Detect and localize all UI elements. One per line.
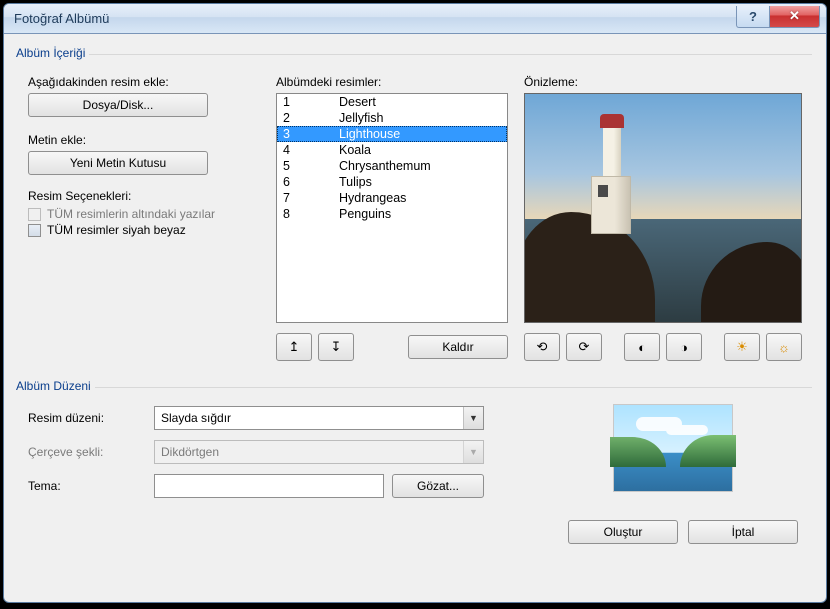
- close-icon: ✕: [789, 8, 800, 24]
- brightness-up-icon: ☀: [736, 339, 748, 355]
- captions-checkbox-row: TÜM resimlerin altındaki yazılar: [28, 207, 260, 221]
- chevron-down-icon: ▼: [463, 407, 483, 429]
- pictures-column: Albümdeki resimler: 1Desert2Jellyfish3Li…: [276, 71, 508, 361]
- contrast-down-button[interactable]: ◑: [666, 333, 702, 361]
- list-item-name: Jellyfish: [339, 111, 383, 125]
- new-textbox-button[interactable]: Yeni Metin Kutusu: [28, 151, 208, 175]
- frame-shape-label: Çerçeve şekli:: [28, 445, 146, 459]
- list-item-name: Desert: [339, 95, 376, 109]
- picture-options: Resim Seçenekleri: TÜM resimlerin altınd…: [28, 189, 260, 237]
- insert-from-label: Aşağıdakinden resim ekle:: [28, 75, 260, 89]
- arrow-up-icon: ↥: [289, 339, 300, 355]
- window-title: Fotoğraf Albümü: [14, 11, 736, 26]
- chevron-down-icon: ▼: [463, 441, 483, 463]
- list-item[interactable]: 2Jellyfish: [277, 110, 507, 126]
- rotate-right-icon: ⟳: [579, 339, 590, 355]
- captions-checkbox: [28, 208, 41, 221]
- create-button[interactable]: Oluştur: [568, 520, 678, 544]
- bw-checkbox-row[interactable]: TÜM resimler siyah beyaz: [28, 223, 260, 237]
- picture-options-label: Resim Seçenekleri:: [28, 189, 260, 203]
- insert-text-label: Metin ekle:: [28, 133, 260, 147]
- album-layout-legend: Albüm Düzeni: [16, 379, 95, 393]
- list-item[interactable]: 3Lighthouse: [277, 126, 507, 142]
- list-item-name: Penguins: [339, 207, 391, 221]
- arrow-down-icon: ↧: [331, 339, 342, 355]
- file-disk-button[interactable]: Dosya/Disk...: [28, 93, 208, 117]
- list-item[interactable]: 5Chrysanthemum: [277, 158, 507, 174]
- picture-layout-combo[interactable]: Slayda sığdır ▼: [154, 406, 484, 430]
- list-item-number: 2: [283, 111, 339, 125]
- browse-button[interactable]: Gözat...: [392, 474, 484, 498]
- brightness-down-icon: ☼: [778, 340, 790, 355]
- list-item-name: Koala: [339, 143, 371, 157]
- close-button[interactable]: ✕: [770, 6, 820, 28]
- dialog-body: Albüm İçeriği Aşağıdakinden resim ekle: …: [4, 34, 826, 602]
- list-item-number: 5: [283, 159, 339, 173]
- list-item-number: 8: [283, 207, 339, 221]
- bw-checkbox-label: TÜM resimler siyah beyaz: [47, 223, 186, 237]
- preview-column: Önizleme: ⟲ ⟳: [524, 71, 802, 361]
- rotate-left-button[interactable]: ⟲: [524, 333, 560, 361]
- frame-shape-combo: Dikdörtgen ▼: [154, 440, 484, 464]
- list-item[interactable]: 7Hydrangeas: [277, 190, 507, 206]
- contrast-down-icon: ◑: [680, 340, 688, 355]
- preview-label: Önizleme:: [524, 75, 802, 89]
- dialog-footer: Oluştur İptal: [18, 510, 812, 544]
- list-item[interactable]: 1Desert: [277, 94, 507, 110]
- album-layout-group: Albüm Düzeni Resim düzeni: Slayda sığdır…: [18, 387, 812, 510]
- list-item-number: 4: [283, 143, 339, 157]
- brightness-down-button[interactable]: ☼: [766, 333, 802, 361]
- list-item-name: Lighthouse: [339, 127, 400, 141]
- cancel-button[interactable]: İptal: [688, 520, 798, 544]
- list-item-number: 6: [283, 175, 339, 189]
- layout-thumbnail: [613, 404, 733, 492]
- help-button[interactable]: ?: [736, 6, 770, 28]
- captions-checkbox-label: TÜM resimlerin altındaki yazılar: [47, 207, 215, 221]
- insert-column: Aşağıdakinden resim ekle: Dosya/Disk... …: [28, 71, 260, 361]
- list-item[interactable]: 8Penguins: [277, 206, 507, 222]
- contrast-up-button[interactable]: ◐: [624, 333, 660, 361]
- title-bar: Fotoğraf Albümü ? ✕: [4, 4, 826, 34]
- move-down-button[interactable]: ↧: [318, 333, 354, 361]
- picture-layout-label: Resim düzeni:: [28, 411, 146, 425]
- theme-label: Tema:: [28, 479, 146, 493]
- rotate-left-icon: ⟲: [537, 339, 548, 355]
- contrast-up-icon: ◐: [638, 340, 646, 355]
- move-up-button[interactable]: ↥: [276, 333, 312, 361]
- list-item-name: Hydrangeas: [339, 191, 406, 205]
- list-item[interactable]: 4Koala: [277, 142, 507, 158]
- list-item-number: 3: [283, 127, 339, 141]
- album-content-legend: Albüm İçeriği: [16, 46, 89, 60]
- album-content-group: Albüm İçeriği Aşağıdakinden resim ekle: …: [18, 54, 812, 365]
- pictures-listbox[interactable]: 1Desert2Jellyfish3Lighthouse4Koala5Chrys…: [276, 93, 508, 323]
- rotate-right-button[interactable]: ⟳: [566, 333, 602, 361]
- list-item[interactable]: 6Tulips: [277, 174, 507, 190]
- brightness-up-button[interactable]: ☀: [724, 333, 760, 361]
- remove-button[interactable]: Kaldır: [408, 335, 508, 359]
- list-item-number: 1: [283, 95, 339, 109]
- picture-layout-value: Slayda sığdır: [155, 411, 463, 425]
- preview-image: [524, 93, 802, 323]
- dialog-window: Fotoğraf Albümü ? ✕ Albüm İçeriği Aşağıd…: [3, 3, 827, 603]
- list-item-number: 7: [283, 191, 339, 205]
- list-item-name: Tulips: [339, 175, 372, 189]
- list-item-name: Chrysanthemum: [339, 159, 431, 173]
- bw-checkbox[interactable]: [28, 224, 41, 237]
- frame-shape-value: Dikdörtgen: [155, 445, 463, 459]
- theme-input[interactable]: [154, 474, 384, 498]
- pictures-label: Albümdeki resimler:: [276, 75, 508, 89]
